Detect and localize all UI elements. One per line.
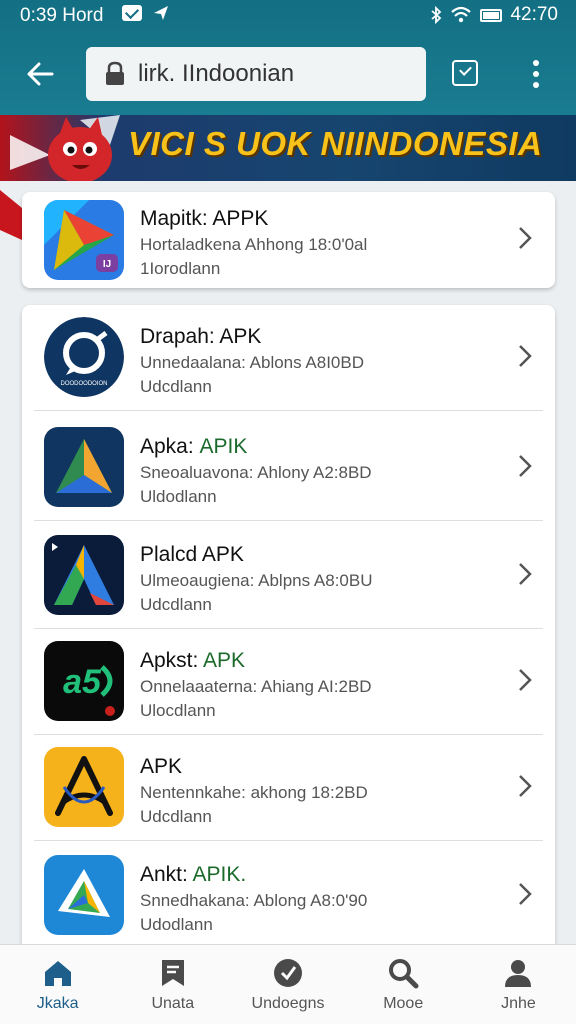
home-icon <box>44 961 71 986</box>
url-bar[interactable]: lirk. IIndoonian <box>86 47 426 101</box>
status-bar: 0:39 Hord 42:70 <box>0 4 576 28</box>
play-a-icon <box>44 535 124 615</box>
paper-plane-icon <box>44 855 124 935</box>
featured-app-card[interactable]: IJ Mapitk: APPK Hortaladkena Ahhong 18:0… <box>22 192 555 288</box>
app-subtitle: Ulmeoaugiena: Ablpns A8:0BU <box>140 571 373 590</box>
profile-icon <box>505 960 532 987</box>
shield-check-icon <box>274 959 302 987</box>
bottom-navigation: Jkaka Unata Undoegns Mooe Jnhe <box>0 944 576 1024</box>
tabs-button[interactable] <box>452 60 478 86</box>
list-item[interactable]: IJ Mapitk: APPK Hortaladkena Ahhong 18:0… <box>22 187 555 293</box>
app-subtitle: Sneoaluavona: Ahlony A2:8BD <box>140 463 372 482</box>
message-icon <box>122 5 142 21</box>
ribbon-decoration <box>0 190 22 240</box>
overflow-menu-button[interactable] <box>528 58 544 90</box>
banner-text: VICI S UOK NIINDONESIA <box>128 125 543 162</box>
app-subtitle: Nentennkahe: akhong 18:2BD <box>140 783 368 802</box>
app-status: Udodlann <box>140 915 213 934</box>
app-status: Udcdlann <box>140 807 212 826</box>
chevron-right-icon <box>519 563 532 585</box>
app-subtitle: Snnedhakana: Ablong A8:0'90 <box>140 891 368 910</box>
nav-search[interactable]: Mooe <box>346 945 461 1024</box>
chevron-right-icon <box>519 227 532 249</box>
send-icon <box>154 6 168 20</box>
nav-label: Undoegns <box>251 995 325 1012</box>
nav-label: Mooe <box>383 995 424 1012</box>
nav-home[interactable]: Jkaka <box>0 945 115 1024</box>
bookmark-icon <box>161 960 184 986</box>
chevron-right-icon <box>519 775 532 797</box>
maps-triangle-icon: IJ <box>44 200 124 280</box>
chevron-right-icon <box>519 669 532 691</box>
app-title: Mapitk: APPK <box>140 207 269 230</box>
back-button[interactable] <box>22 58 58 90</box>
triangle-a-icon <box>44 427 124 507</box>
browser-top-bar: 0:39 Hord 42:70 lirk. IIndoonian <box>0 0 576 115</box>
list-item[interactable]: a5 Apkst: APK Onnelaaaterna: Ahiang AI:2… <box>22 629 555 735</box>
app-title: APK <box>140 755 183 778</box>
app-status: 1Iorodlann <box>140 259 221 278</box>
lock-icon <box>106 61 124 85</box>
app-status: Ulocdlann <box>140 701 216 720</box>
bluetooth-icon <box>431 6 442 24</box>
svg-text:IJ: IJ <box>103 259 111 270</box>
chevron-right-icon <box>519 455 532 477</box>
nav-downloads[interactable]: Undoegns <box>230 945 345 1024</box>
app-title: Apkа: APIK <box>140 435 248 458</box>
nav-profile[interactable]: Jnhe <box>461 945 576 1024</box>
promo-banner[interactable]: VICI S UOK NIINDONESIA <box>0 115 576 181</box>
status-clock: 42:70 <box>510 4 558 25</box>
app-subtitle: Onnelaaaterna: Ahiang AI:2BD <box>140 677 372 696</box>
svg-text:a5: a5 <box>63 663 102 701</box>
a5-logo-icon: a5 <box>44 641 124 721</box>
status-time: 0:39 Hord <box>20 5 104 26</box>
svg-text:DOODOODOION: DOODOODOION <box>60 381 107 387</box>
nav-label: Unata <box>151 995 195 1012</box>
app-title: Ankt: APIK. <box>140 863 247 886</box>
search-icon <box>389 959 419 989</box>
list-item[interactable]: Ankt: APIK. Snnedhakana: Ablong A8:0'90 … <box>22 843 555 949</box>
url-text: lirk. IIndoonian <box>138 60 295 87</box>
nav-label: Jnhe <box>501 995 536 1012</box>
app-title: Apkst: APK <box>140 649 246 672</box>
app-status: Uldodlann <box>140 487 217 506</box>
app-title: Plalcd APK <box>140 543 244 566</box>
nav-bookmarks[interactable]: Unata <box>115 945 230 1024</box>
compass-a-icon <box>44 747 124 827</box>
battery-icon <box>480 8 503 22</box>
arrow-left-icon <box>27 62 54 86</box>
app-status: Udcdlann <box>140 377 212 396</box>
nav-label: Jkaka <box>36 995 79 1012</box>
wifi-icon <box>451 6 472 23</box>
chevron-right-icon <box>519 345 532 367</box>
app-list-card: DOODOODOION Drapah: APK Unnedaalana: Abl… <box>22 305 555 955</box>
app-status: Udcdlann <box>140 595 212 614</box>
chevron-right-icon <box>519 883 532 905</box>
mascot-icon <box>10 115 120 181</box>
list-item[interactable]: DOODOODOION Drapah: APK Unnedaalana: Abl… <box>22 305 555 411</box>
list-item[interactable]: Plalcd APK Ulmeoaugiena: Ablpns A8:0BU U… <box>22 523 555 629</box>
app-subtitle: Unnedaalana: Ablons A8I0BD <box>140 353 365 372</box>
list-item[interactable]: Apkа: APIK Sneoaluavona: Ahlony A2:8BD U… <box>22 415 555 521</box>
list-item[interactable]: APK Nentennkahe: akhong 18:2BD Udcdlann <box>22 735 555 841</box>
app-title: Drapah: APK <box>140 325 262 348</box>
app-subtitle: Hortaladkena Ahhong 18:0'0al <box>140 235 368 254</box>
chat-bubble-icon: DOODOODOION <box>44 317 124 397</box>
